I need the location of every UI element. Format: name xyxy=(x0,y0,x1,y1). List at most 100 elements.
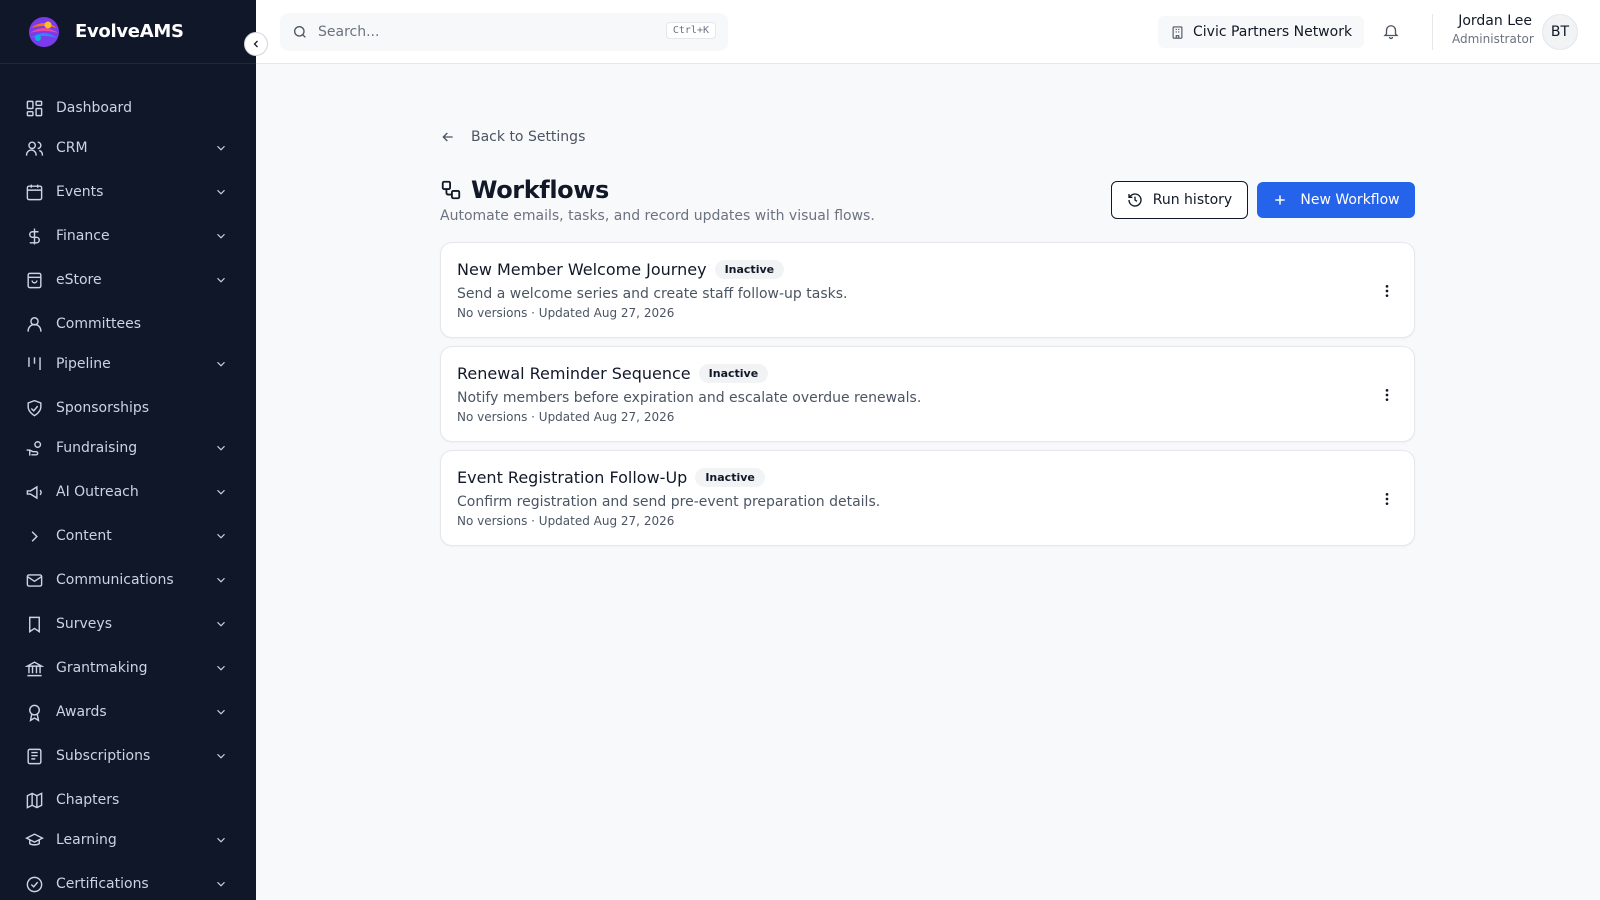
topbar: Search... Ctrl+K Civic Partners Network … xyxy=(256,0,1600,64)
workflow-card-header: New Member Welcome Journey Inactive xyxy=(457,260,785,279)
sidebar-item-subscriptions[interactable]: Subscriptions xyxy=(0,736,256,776)
sidebar-item-learning[interactable]: Learning xyxy=(0,820,256,860)
more-options-button[interactable] xyxy=(1377,385,1397,405)
sidebar-item-events[interactable]: Events xyxy=(0,172,256,212)
history-icon xyxy=(1128,193,1142,207)
more-vertical-icon xyxy=(1385,389,1389,401)
sidebar-item-dashboard[interactable]: Dashboard xyxy=(0,88,256,128)
sidebar-item-sponsorships[interactable]: Sponsorships xyxy=(0,388,256,428)
new-workflow-button[interactable]: New Workflow xyxy=(1257,182,1415,218)
chevron-down-icon xyxy=(217,145,225,151)
status-badge: Inactive xyxy=(714,260,785,279)
sidebar-item-label: Surveys xyxy=(56,616,112,632)
workflow-card[interactable]: New Member Welcome Journey Inactive Send… xyxy=(440,242,1415,338)
sidebar-item-label: Content xyxy=(56,528,112,544)
sidebar-item-certifications[interactable]: Certifications xyxy=(0,864,256,900)
avatar[interactable]: BT xyxy=(1542,14,1578,50)
arrow-left-icon xyxy=(442,132,453,142)
sidebar-item-chapters[interactable]: Chapters xyxy=(0,780,256,820)
user-role: Administrator xyxy=(1452,32,1534,46)
chevron-down-icon xyxy=(217,361,225,367)
search-input[interactable]: Search... Ctrl+K xyxy=(280,13,728,51)
search-placeholder: Search... xyxy=(318,24,380,40)
sidebar-item-label: Finance xyxy=(56,228,110,244)
page-subtitle: Automate emails, tasks, and record updat… xyxy=(440,208,875,224)
status-badge: Inactive xyxy=(698,364,769,383)
building-icon xyxy=(1172,25,1183,39)
search-icon xyxy=(294,26,306,38)
sidebar-item-label: Learning xyxy=(56,832,117,848)
sidebar-item-label: Grantmaking xyxy=(56,660,148,676)
chevron-right-icon xyxy=(24,526,44,546)
workflow-name: Renewal Reminder Sequence xyxy=(457,364,691,383)
user-name: Jordan Lee xyxy=(1458,13,1532,29)
run-history-button[interactable]: Run history xyxy=(1111,181,1248,219)
workflow-meta: No versions · Updated Aug 27, 2026 xyxy=(457,306,675,320)
dollar-icon xyxy=(24,226,44,246)
new-workflow-label: New Workflow xyxy=(1300,192,1400,208)
user-info[interactable]: Jordan Lee Administrator xyxy=(1452,13,1534,46)
sidebar-item-awards[interactable]: Awards xyxy=(0,692,256,732)
handshake-icon xyxy=(24,398,44,418)
sidebar-item-surveys[interactable]: Surveys xyxy=(0,604,256,644)
sidebar-item-committees[interactable]: Committees xyxy=(0,304,256,344)
users-icon xyxy=(24,138,44,158)
sidebar-item-label: eStore xyxy=(56,272,102,288)
workflow-meta: No versions · Updated Aug 27, 2026 xyxy=(457,514,675,528)
workflow-name: Event Registration Follow-Up xyxy=(457,468,688,487)
back-to-settings-link[interactable]: Back to Settings xyxy=(440,129,585,145)
organization-switcher[interactable]: Civic Partners Network xyxy=(1158,16,1365,48)
chevron-down-icon xyxy=(217,277,225,283)
chevron-down-icon xyxy=(217,445,225,451)
brand[interactable]: EvolveAMS xyxy=(0,0,256,64)
workflow-card-header: Renewal Reminder Sequence Inactive xyxy=(457,364,769,383)
workflow-card[interactable]: Event Registration Follow-Up Inactive Co… xyxy=(440,450,1415,546)
sidebar-collapse-button[interactable] xyxy=(244,32,268,56)
status-badge: Inactive xyxy=(695,468,765,487)
sidebar-item-pipeline[interactable]: Pipeline xyxy=(0,344,256,384)
workflow-meta: No versions · Updated Aug 27, 2026 xyxy=(457,410,675,424)
sidebar-item-label: Sponsorships xyxy=(56,400,150,416)
workflow-name: New Member Welcome Journey xyxy=(457,260,707,279)
page-header: Workflows xyxy=(440,176,609,204)
more-options-button[interactable] xyxy=(1377,489,1397,509)
sidebar-item-content[interactable]: Content xyxy=(0,516,256,556)
sidebar-item-label: Subscriptions xyxy=(56,748,151,764)
workflow-description: Send a welcome series and create staff f… xyxy=(457,286,848,302)
chevron-down-icon xyxy=(217,577,225,583)
kanban-icon xyxy=(24,354,44,374)
sidebar-item-fundraising[interactable]: Fundraising xyxy=(0,428,256,468)
chevron-down-icon xyxy=(217,489,225,495)
sidebar-item-crm[interactable]: CRM xyxy=(0,128,256,168)
sidebar-item-label: Awards xyxy=(56,704,107,720)
workflow-description: Confirm registration and send pre-event … xyxy=(457,494,881,510)
sidebar-item-label: Fundraising xyxy=(56,440,138,456)
workflow-icon xyxy=(441,180,461,200)
topbar-divider xyxy=(1432,14,1433,50)
chevron-down-icon xyxy=(217,753,225,759)
workflow-card[interactable]: Renewal Reminder Sequence Inactive Notif… xyxy=(440,346,1415,442)
sidebar-item-communications[interactable]: Communications xyxy=(0,560,256,600)
shopping-bag-icon xyxy=(24,270,44,290)
sidebar-item-ai-outreach[interactable]: AI Outreach xyxy=(0,472,256,512)
more-options-button[interactable] xyxy=(1377,281,1397,301)
bell-icon[interactable] xyxy=(1382,22,1400,40)
hand-coins-icon xyxy=(24,438,44,458)
sidebar-item-label: Communications xyxy=(56,572,174,588)
megaphone-icon xyxy=(24,482,44,502)
organization-name: Civic Partners Network xyxy=(1193,24,1353,40)
landmark-icon xyxy=(24,658,44,678)
sidebar-item-label: Certifications xyxy=(56,876,149,892)
workflow-card-header: Event Registration Follow-Up Inactive xyxy=(457,468,765,487)
graduation-cap-icon xyxy=(24,830,44,850)
sidebar-item-label: Committees xyxy=(56,316,142,332)
sidebar-item-label: AI Outreach xyxy=(56,484,139,500)
sidebar-item-finance[interactable]: Finance xyxy=(0,216,256,256)
back-label: Back to Settings xyxy=(471,129,586,145)
sidebar-item-grantmaking[interactable]: Grantmaking xyxy=(0,648,256,688)
chevron-down-icon xyxy=(217,665,225,671)
chevron-down-icon xyxy=(217,621,225,627)
sidebar-item-estore[interactable]: eStore xyxy=(0,260,256,300)
run-history-label: Run history xyxy=(1152,192,1233,208)
chevron-down-icon xyxy=(217,837,225,843)
